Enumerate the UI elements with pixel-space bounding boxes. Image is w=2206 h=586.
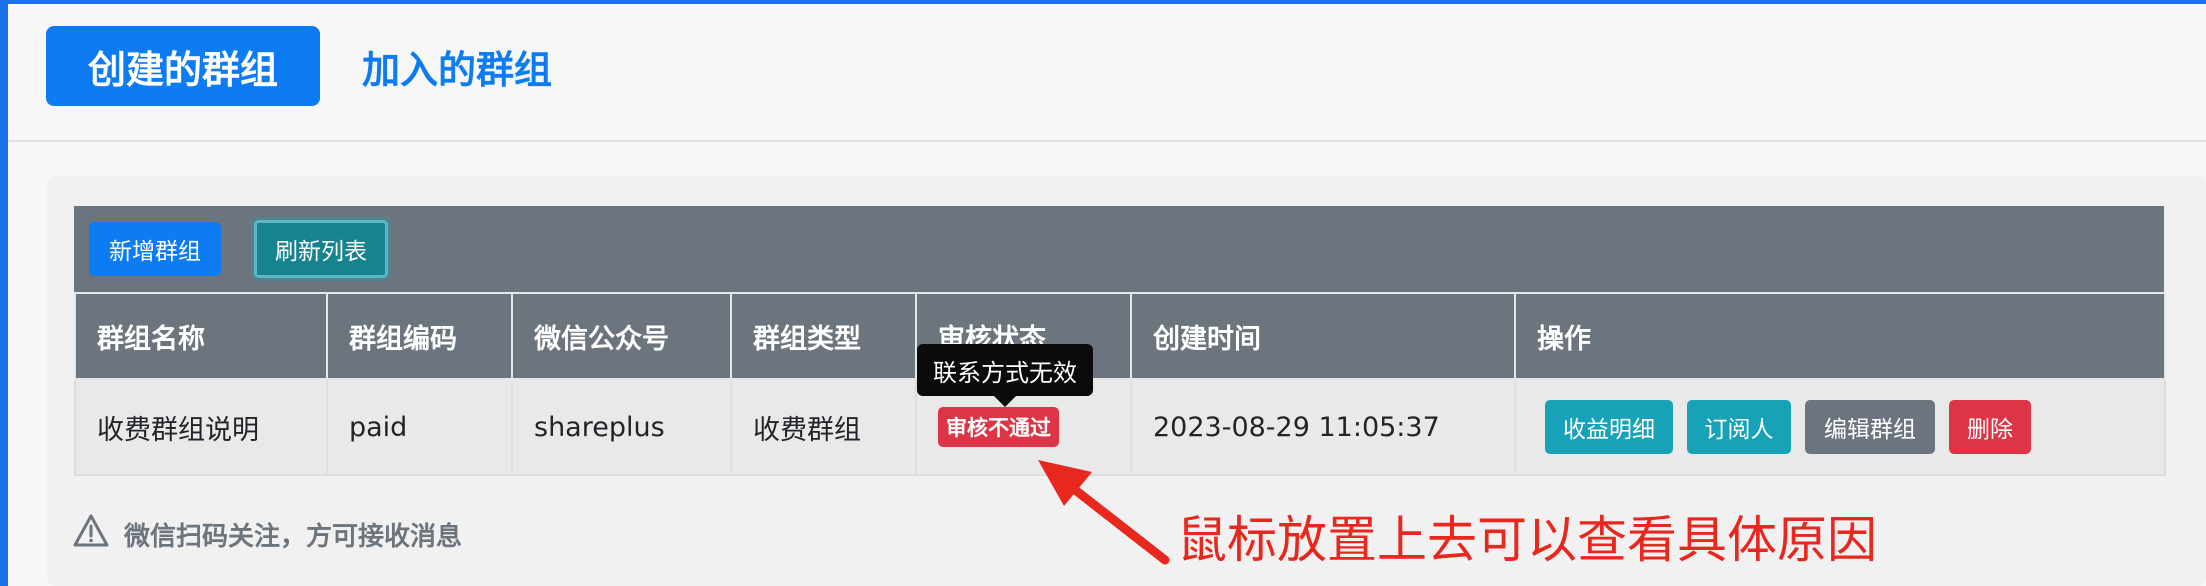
wechat-notice: 微信扫码关注，方可接收消息 bbox=[72, 512, 462, 556]
cell-wechat-account: shareplus bbox=[511, 378, 732, 476]
column-header-code: 群组编码 bbox=[326, 292, 513, 380]
groups-table: 群组名称 群组编码 微信公众号 群组类型 审核状态 创建时间 操作 收费群组说明… bbox=[74, 292, 2166, 476]
column-header-wechat: 微信公众号 bbox=[511, 292, 732, 380]
status-tooltip: 联系方式无效 bbox=[917, 344, 1093, 396]
column-header-created: 创建时间 bbox=[1130, 292, 1516, 380]
tab-created-groups[interactable]: 创建的群组 bbox=[46, 26, 320, 106]
refresh-list-button[interactable]: 刷新列表 bbox=[254, 220, 388, 278]
tab-joined-groups[interactable]: 加入的群组 bbox=[362, 26, 552, 106]
cell-actions: 收益明细 订阅人 编辑群组 删除 bbox=[1514, 378, 2166, 476]
tooltip-arrow bbox=[994, 396, 1016, 407]
warning-triangle-icon bbox=[72, 513, 110, 556]
delete-button[interactable]: 删除 bbox=[1949, 400, 2031, 454]
column-header-type: 群组类型 bbox=[730, 292, 917, 380]
annotation-text: 鼠标放置上去可以查看具体原因 bbox=[1177, 511, 1877, 569]
status-badge[interactable]: 审核不通过 bbox=[938, 407, 1059, 447]
cell-group-type: 收费群组 bbox=[730, 378, 917, 476]
column-header-actions: 操作 bbox=[1514, 292, 2166, 380]
cell-group-code: paid bbox=[326, 378, 513, 476]
revenue-details-button[interactable]: 收益明细 bbox=[1545, 400, 1673, 454]
annotation-arrow-icon bbox=[1038, 460, 1170, 565]
add-group-button[interactable]: 新增群组 bbox=[89, 222, 221, 276]
edit-group-button[interactable]: 编辑群组 bbox=[1805, 400, 1935, 454]
left-accent-bar bbox=[0, 0, 8, 586]
subscribers-button[interactable]: 订阅人 bbox=[1687, 400, 1791, 454]
column-header-name: 群组名称 bbox=[74, 292, 328, 380]
tabs-header: 创建的群组 加入的群组 bbox=[8, 4, 2206, 142]
table-header-row: 群组名称 群组编码 微信公众号 群组类型 审核状态 创建时间 操作 bbox=[74, 292, 2166, 380]
notice-text: 微信扫码关注，方可接收消息 bbox=[124, 521, 463, 552]
cell-group-name: 收费群组说明 bbox=[74, 378, 328, 476]
